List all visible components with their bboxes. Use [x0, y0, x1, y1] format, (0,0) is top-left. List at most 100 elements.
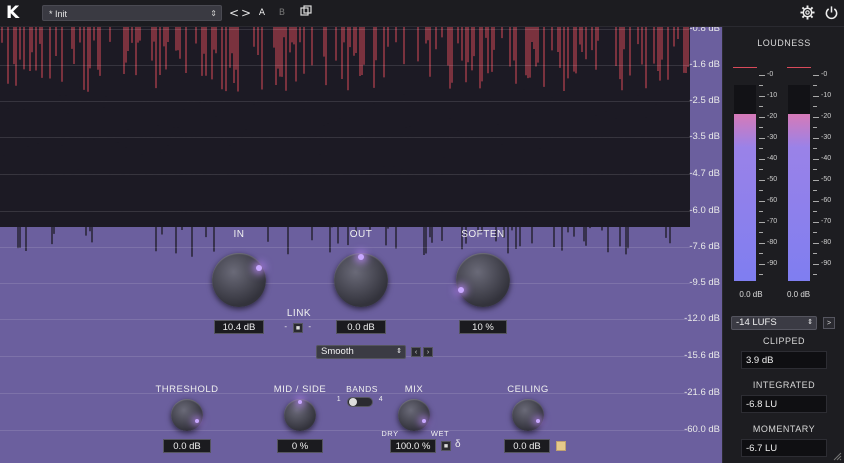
mode-dropdown[interactable]: Smooth ⇕ — [316, 345, 406, 359]
mode-next-button[interactable]: › — [423, 347, 433, 357]
power-icon[interactable] — [822, 5, 840, 21]
meter-tick-label: -30 — [821, 134, 832, 141]
meter-tick-line — [813, 180, 819, 181]
db-scale-label: -15.6 dB — [684, 350, 720, 361]
meter-tick-line — [813, 138, 819, 139]
meter-tick-line — [759, 274, 763, 275]
preset-name: * Init — [49, 9, 68, 19]
meter-tick-label: -40 — [821, 155, 832, 162]
db-gridline — [0, 101, 690, 102]
mix-knob[interactable] — [398, 399, 430, 431]
ceiling-toggle[interactable] — [556, 441, 566, 451]
a-button[interactable]: A — [256, 5, 268, 21]
meter-tick-line — [813, 75, 819, 76]
clipped-value: 3.9 dB — [741, 351, 827, 369]
link-label: LINK — [286, 308, 312, 319]
out-knob[interactable] — [334, 253, 388, 307]
meter-tick-line — [759, 264, 765, 265]
db-gridline — [0, 211, 690, 212]
soften-knob[interactable] — [456, 253, 510, 307]
threshold-knob-indicator — [195, 419, 199, 423]
threshold-value[interactable]: 0.0 dB — [163, 439, 211, 453]
meter-tick-line — [759, 106, 763, 107]
link-right-mark: - — [308, 322, 312, 331]
mix-wet-label: WET — [430, 429, 450, 438]
meter-tick-label: -40 — [767, 155, 778, 162]
meter-tick-label: -50 — [767, 176, 778, 183]
meter-tick-line — [759, 138, 765, 139]
meter-tick-line — [813, 253, 817, 254]
bands-max: 4 — [378, 396, 384, 403]
meter-tick-line — [813, 264, 819, 265]
lufs-apply-button[interactable]: > — [823, 317, 835, 329]
meter-tick-label: -60 — [767, 197, 778, 204]
b-button[interactable]: B — [276, 5, 288, 21]
meter-tick-line — [813, 106, 817, 107]
in-knob[interactable] — [212, 253, 266, 307]
db-scale-label: -9.5 dB — [689, 277, 720, 288]
right-peak-line — [787, 67, 811, 68]
mix-knob-indicator — [422, 419, 426, 423]
out-value[interactable]: 0.0 dB — [336, 320, 386, 334]
gear-icon[interactable] — [798, 5, 816, 21]
mix-label: MIX — [404, 384, 424, 395]
meter-tick-line — [759, 85, 763, 86]
lufs-target-dropdown[interactable]: -14 LUFS ⇕ — [731, 316, 817, 330]
mode-prev-button[interactable]: ‹ — [411, 347, 421, 357]
meter-tick-line — [759, 222, 765, 223]
soften-value[interactable]: 10 % — [459, 320, 507, 334]
bands-label: BANDS — [346, 384, 378, 394]
midside-knob[interactable] — [284, 399, 316, 431]
meter-tick-line — [813, 232, 817, 233]
loudness-panel: LOUDNESS -0 -10 -20 -30 -40 -50 -60 -70 -80 -90 -… — [722, 27, 844, 463]
in-value[interactable]: 10.4 dB — [214, 320, 264, 334]
soften-knob-indicator — [458, 287, 464, 293]
bands-toggle[interactable] — [347, 397, 373, 407]
in-label: IN — [233, 229, 245, 240]
link-toggle[interactable]: ■ — [293, 323, 303, 333]
meter-tick-line — [813, 201, 819, 202]
db-scale-label: -2.5 dB — [689, 95, 720, 106]
threshold-label: THRESHOLD — [155, 384, 219, 395]
meter-tick-label: -10 — [767, 92, 778, 99]
left-meter-value: 0.0 dB — [739, 290, 763, 299]
meter-tick-label: -80 — [821, 239, 832, 246]
delta-toggle[interactable]: ■ — [441, 441, 451, 451]
soften-label: SOFTEN — [461, 229, 505, 240]
meter-tick-label: -30 — [767, 134, 778, 141]
bands-toggle-thumb — [349, 398, 357, 406]
meter-tick-line — [813, 85, 817, 86]
meter-tick-line — [759, 201, 765, 202]
ceiling-label: CEILING — [507, 384, 549, 395]
meter-tick-line — [813, 274, 817, 275]
right-meter-value: 0.0 dB — [787, 290, 811, 299]
delta-label: δ — [454, 439, 462, 450]
preset-selector[interactable]: * Init ⇕ — [42, 5, 222, 21]
meter-tick-label: -50 — [821, 176, 832, 183]
next-preset-button[interactable]: > — [240, 5, 252, 21]
meter-tick-line — [813, 127, 817, 128]
db-scale-label: -12.0 dB — [684, 313, 720, 324]
ceiling-value[interactable]: 0.0 dB — [504, 439, 550, 453]
db-scale-label: -1.6 dB — [689, 59, 720, 70]
meter-tick-label: -90 — [821, 260, 832, 267]
meter-tick-label: -10 — [821, 92, 832, 99]
midside-value[interactable]: 0 % — [277, 439, 323, 453]
meter-tick-line — [759, 232, 763, 233]
meter-tick-line — [759, 159, 765, 160]
meter-tick-label: -90 — [767, 260, 778, 267]
waveform-display: -0.8 dB -1.6 dB -2.5 dB -3.5 dB -4.7 dB -6.0 … — [0, 27, 722, 463]
prev-preset-button[interactable]: < — [228, 5, 240, 21]
mix-dry-label: DRY — [381, 429, 399, 438]
chevron-updown-icon: ⇕ — [210, 9, 217, 18]
left-peak-line — [733, 67, 757, 68]
meter-tick-line — [759, 243, 765, 244]
meter-tick-line — [759, 190, 763, 191]
copy-icon[interactable] — [298, 5, 314, 21]
resize-grip-icon[interactable] — [832, 451, 842, 461]
ceiling-knob-indicator — [536, 419, 540, 423]
loudness-title: LOUDNESS — [757, 38, 811, 48]
threshold-knob[interactable] — [171, 399, 203, 431]
ceiling-knob[interactable] — [512, 399, 544, 431]
mix-value[interactable]: 100.0 % — [390, 439, 436, 453]
